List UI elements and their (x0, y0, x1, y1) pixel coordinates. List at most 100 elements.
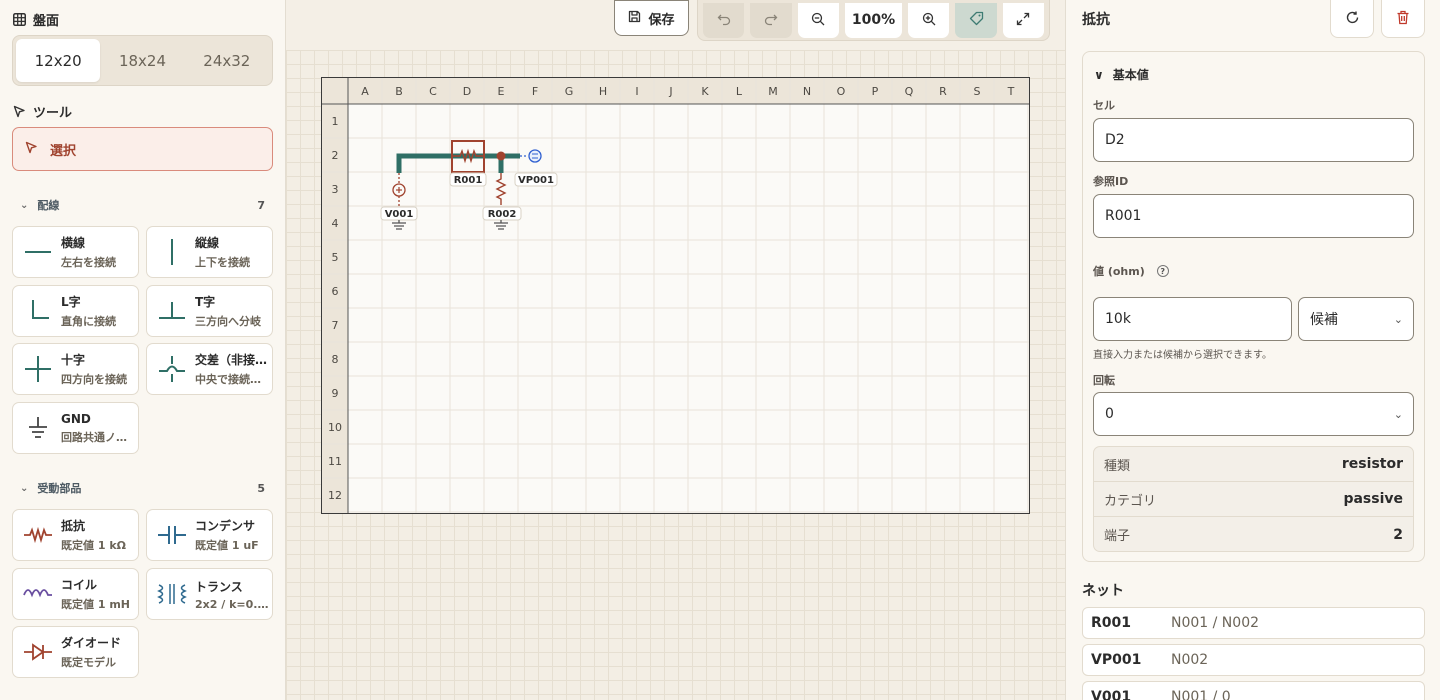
tool-name: ダイオード (61, 636, 122, 650)
properties-title: 抵抗 (1082, 12, 1110, 28)
column-header: T (1007, 85, 1015, 98)
tool-crossover-wire[interactable]: 交差（非接続） 中央で接続しない (146, 343, 273, 395)
tool-diode[interactable]: ダイオード 既定モデル (12, 626, 139, 678)
t-wire-icon (157, 296, 187, 326)
circuit-board[interactable]: ABCDEFGHIJKLMNOPQRST 1 2 3 4 5 6 7 8 9 10 11 12 V00… (321, 77, 1030, 514)
column-header: I (635, 85, 638, 98)
board-size-12x20[interactable]: 12x20 (16, 39, 101, 82)
net-nodes: N001 / 0 (1171, 689, 1231, 700)
select-tool-button[interactable]: 選択 (12, 127, 273, 171)
tool-desc: 直角に接続 (61, 315, 116, 328)
row-header: 11 (328, 455, 342, 468)
view-toolbar: 100% (697, 0, 1050, 41)
column-header: O (837, 85, 846, 98)
wiring-category-header[interactable]: ⌄ 配線 7 (20, 197, 265, 213)
zoom-out-button[interactable] (797, 2, 839, 38)
help-icon[interactable]: ? (1156, 265, 1169, 277)
grid-lines (322, 78, 1029, 513)
net-row[interactable]: R001 N001 / N002 (1082, 607, 1425, 639)
header-separator (322, 78, 1029, 513)
column-header: B (395, 85, 403, 98)
row-header: 1 (332, 115, 339, 128)
value-preset-select[interactable]: 候補 ⌄ (1298, 297, 1414, 341)
row-header: 8 (332, 353, 339, 366)
passive-category-title: 受動部品 (37, 482, 82, 495)
tool-l-wire[interactable]: L字 直角に接続 (12, 285, 139, 337)
board-grid[interactable]: ABCDEFGHIJKLMNOPQRST 123456789101112 V00… (322, 78, 1029, 513)
tool-desc: 四方向を接続 (61, 373, 127, 386)
tool-desc: 三方向へ分岐 (195, 315, 261, 328)
tool-desc: 左右を接続 (61, 256, 116, 269)
pointer-icon (12, 105, 26, 119)
value-label: 値 (ohm) (1093, 265, 1145, 278)
trash-icon (1396, 10, 1410, 28)
tool-name: 抵抗 (61, 519, 86, 533)
value-input[interactable]: 10k (1093, 297, 1292, 341)
board-size-18x24[interactable]: 18x24 (100, 39, 184, 82)
delete-button[interactable] (1381, 0, 1425, 38)
row-header: 4 (332, 217, 339, 230)
label-r001: R001 (454, 175, 483, 186)
passive-category-header[interactable]: ⌄ 受動部品 5 (20, 480, 265, 496)
value-hint: 直接入力または候補から選択できます。 (1093, 350, 1272, 361)
net-row[interactable]: V001 N001 / 0 (1082, 681, 1425, 700)
row-header: 7 (332, 319, 339, 332)
label-vp001: VP001 (518, 175, 554, 186)
tool-horizontal-wire[interactable]: 横線 左右を接続 (12, 226, 139, 278)
capacitor-icon (157, 520, 187, 550)
diode-icon (23, 637, 53, 667)
tool-capacitor[interactable]: コンデンサ既定値 1 uF (146, 509, 273, 561)
rotation-select[interactable]: 0 ⌄ (1093, 392, 1414, 436)
chevron-down-icon: ⌄ (1393, 407, 1403, 421)
grid-icon (12, 13, 26, 27)
tool-resistor[interactable]: 抵抗 既定値 1 kΩ (12, 509, 139, 561)
tool-name: T字 (195, 295, 216, 309)
reset-button[interactable] (1330, 0, 1374, 38)
ref-id-input[interactable]: R001 (1093, 194, 1414, 238)
cell-input[interactable]: D2 (1093, 118, 1414, 162)
resistor-r001: R001 (449, 140, 487, 187)
basic-values-header[interactable]: ∨ 基本値 (1094, 66, 1149, 83)
net-row[interactable]: VP001 N002 (1082, 644, 1425, 676)
column-header: S (974, 85, 981, 98)
pointer-icon (25, 141, 38, 158)
zoom-level[interactable]: 100% (844, 2, 903, 38)
tool-name: コンデンサ (195, 519, 256, 533)
undo-button[interactable] (703, 2, 745, 38)
column-header: A (361, 85, 369, 98)
basic-values-card: ∨ 基本値 セル D2 参照ID R001 値 (ohm) ? 10k 候補 ⌄… (1082, 51, 1425, 562)
select-tool-label: 選択 (50, 143, 77, 159)
column-header: K (701, 85, 709, 98)
save-button[interactable]: 保存 (614, 0, 689, 36)
component-palette: 盤面 12x20 18x24 24x32 ツール 選択 ⌄ 配線 7 横線左右を… (0, 0, 286, 700)
column-header: E (498, 85, 505, 98)
column-header: L (736, 85, 743, 98)
column-header: R (939, 85, 947, 98)
tool-name: 縦線 (195, 236, 220, 250)
tools-section-title: ツール (33, 106, 73, 121)
redo-button[interactable] (750, 2, 792, 38)
fullscreen-button[interactable] (1002, 2, 1045, 38)
refresh-icon (1345, 10, 1360, 28)
net-component-id: R001 (1091, 615, 1132, 631)
tool-cross-wire[interactable]: 十字 四方向を接続 (12, 343, 139, 395)
tool-desc: 回路共通ノード (61, 430, 137, 444)
tool-desc: 既定値 1 uF (195, 539, 259, 552)
tool-inductor[interactable]: コイル 既定値 1 mH (12, 568, 139, 620)
chevron-down-icon: ⌄ (20, 199, 29, 211)
tool-gnd[interactable]: GND 回路共通ノード (12, 402, 139, 454)
row-header: 5 (332, 251, 339, 264)
row-header: 2 (332, 149, 339, 162)
row-header: 3 (332, 183, 339, 196)
labels-toggle-button[interactable] (955, 2, 997, 38)
tool-vertical-wire[interactable]: 縦線 上下を接続 (146, 226, 273, 278)
column-header: H (599, 85, 607, 98)
board-section-header: 盤面 (12, 10, 59, 29)
zoom-in-button[interactable] (908, 2, 950, 38)
component-info-table: 種類 resistor カテゴリ passive 端子 2 (1093, 446, 1414, 552)
board-size-24x32[interactable]: 24x32 (185, 39, 269, 82)
tool-name: 横線 (61, 236, 86, 250)
tool-name: コイル (61, 578, 98, 592)
tool-transformer[interactable]: トランス 2x2 / k=0.99 (146, 568, 273, 620)
tool-t-wire[interactable]: T字三方向へ分岐 (146, 285, 273, 337)
